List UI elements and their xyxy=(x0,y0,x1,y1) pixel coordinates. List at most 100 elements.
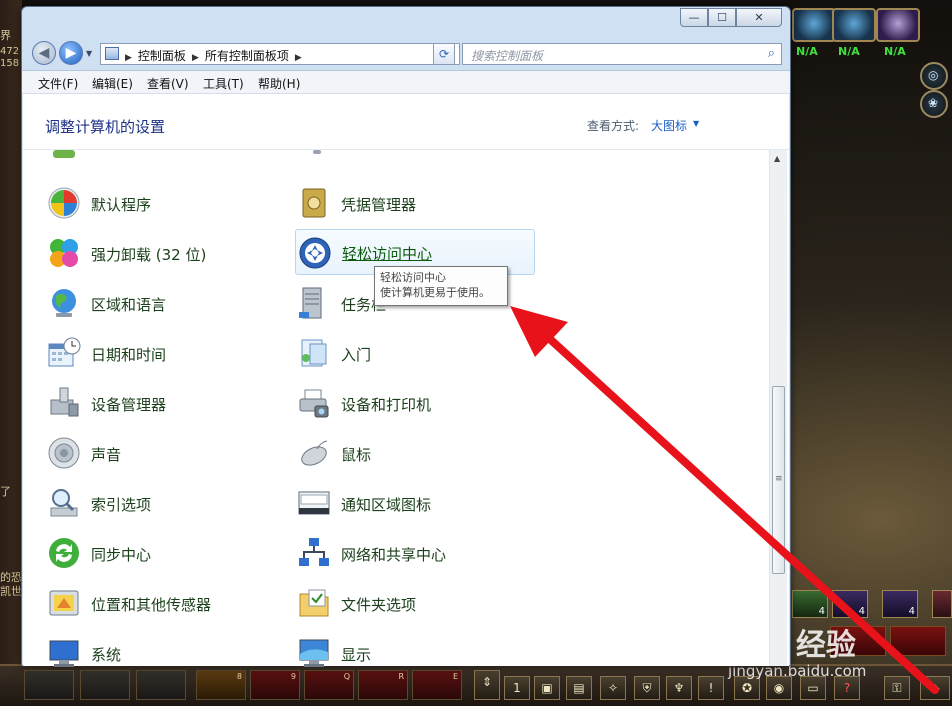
gold-icon[interactable]: ◈ xyxy=(920,676,950,700)
game-text-fragment: 凯世 xyxy=(0,585,22,598)
cp-item-device-manager[interactable]: 设备管理器 xyxy=(47,380,287,426)
search-icon[interactable]: ⌕ xyxy=(768,46,775,61)
cp-item-label: 网络和共享中心 xyxy=(341,546,447,564)
cp-item-sync-center[interactable]: 同步中心 xyxy=(47,530,287,576)
speaker-icon xyxy=(48,437,80,469)
breadcrumb-control-panel[interactable]: 控制面板 xyxy=(138,49,186,63)
cp-item-sound[interactable]: 声音 xyxy=(47,430,287,476)
search-box[interactable]: 搜索控制面板 ⌕ xyxy=(462,43,782,65)
cp-item-label: 默认程序 xyxy=(91,196,152,214)
close-button[interactable]: ✕ xyxy=(736,8,782,27)
cp-item-getting-started[interactable]: 入门 xyxy=(297,330,537,376)
cp-item-network-sharing[interactable]: 网络和共享中心 xyxy=(297,530,537,576)
sync-icon xyxy=(49,538,79,568)
cp-item-indexing[interactable]: 索引选项 xyxy=(47,480,287,526)
cp-item-label: 轻松访问中心 xyxy=(342,245,433,263)
paw-icon[interactable]: ❀ xyxy=(920,90,948,118)
cp-item-notification-icons[interactable]: 通知区域图标 xyxy=(297,480,537,526)
content-area: 调整计算机的设置 查看方式: 大图标 ▼ 默认程序 强力卸载 (32 位) 区域… xyxy=(23,94,789,667)
breadcrumb-all-items[interactable]: 所有控制面板项 xyxy=(205,49,289,63)
view-by-label: 查看方式: xyxy=(587,119,640,133)
unit-portrait-icon[interactable] xyxy=(932,590,952,618)
hero-portrait-icon[interactable] xyxy=(792,8,836,42)
shield-icon[interactable]: ⛨ xyxy=(634,676,660,700)
display-icon xyxy=(299,639,329,667)
trophy-icon[interactable]: ♆ xyxy=(666,676,692,700)
breadcrumb: ▶ 控制面板 ▶ 所有控制面板项 ▶ xyxy=(125,47,308,64)
alert-icon[interactable]: ! xyxy=(698,676,724,700)
menu-help[interactable]: 帮助(H) xyxy=(258,75,300,92)
level-badge[interactable]: 1 xyxy=(504,676,530,700)
menu-tools[interactable]: 工具(T) xyxy=(203,75,244,92)
taskbar-icon xyxy=(299,287,322,319)
ease-of-access-icon xyxy=(299,237,331,269)
breadcrumb-separator-icon[interactable]: ▶ xyxy=(125,53,132,63)
cp-item-folder-options[interactable]: 文件夹选项 xyxy=(297,580,537,626)
game-text-fragment: 了 xyxy=(0,485,11,498)
cp-item-label: 鼠标 xyxy=(341,446,372,464)
game-left-panel xyxy=(0,0,22,704)
cp-item-label: 声音 xyxy=(91,446,122,464)
mouse-icon xyxy=(301,440,328,466)
system-icon xyxy=(49,640,79,667)
cp-item-devices-printers[interactable]: 设备和打印机 xyxy=(297,380,537,426)
uninstall-icon xyxy=(50,239,78,267)
scroll-up-icon[interactable]: ▲ xyxy=(774,154,780,163)
vertical-scrollbar[interactable]: ▲ ≡ xyxy=(769,150,787,666)
hero-portrait-icon[interactable] xyxy=(876,8,920,42)
refresh-button[interactable]: ⟳ xyxy=(433,43,455,65)
view-by-dropdown[interactable]: 大图标 xyxy=(651,117,687,134)
search-input[interactable]: 搜索控制面板 xyxy=(471,47,543,64)
item-icon[interactable]: ▣ xyxy=(534,676,560,700)
game-text-fragment: 158 xyxy=(0,58,20,69)
grip-icon: ≡ xyxy=(775,474,783,484)
minimize-button[interactable]: — xyxy=(680,8,708,27)
hud-status: N/A xyxy=(838,45,860,58)
maximize-button[interactable]: ☐ xyxy=(708,8,736,27)
recent-pages-dropdown-icon[interactable]: ▼ xyxy=(86,49,92,58)
network-icon xyxy=(299,538,329,566)
cp-item-label: 设备管理器 xyxy=(91,396,167,414)
back-button[interactable]: ◀ xyxy=(32,41,56,65)
item-icon[interactable]: ✧ xyxy=(600,676,626,700)
default-programs-icon xyxy=(48,187,80,219)
cp-item-label: 通知区域图标 xyxy=(341,496,432,514)
sensor-icon xyxy=(49,590,79,616)
scrollbar-thumb[interactable]: ≡ xyxy=(772,386,785,574)
forward-button[interactable]: ▶ xyxy=(59,41,83,65)
cp-item-default-programs[interactable]: 默认程序 xyxy=(47,180,287,226)
cp-item-region-language[interactable]: 区域和语言 xyxy=(47,280,287,326)
menu-edit[interactable]: 编辑(E) xyxy=(92,75,133,92)
cp-item-uninstall[interactable]: 强力卸载 (32 位) xyxy=(47,230,287,276)
folder-options-icon xyxy=(299,589,329,617)
key-icon[interactable]: ⚿ xyxy=(884,676,910,700)
cp-item-label: 入门 xyxy=(341,346,372,364)
menu-view[interactable]: 查看(V) xyxy=(147,75,189,92)
unit-portrait-icon[interactable]: 4 xyxy=(882,590,918,618)
cp-item-display[interactable]: 显示 xyxy=(297,630,537,676)
cp-item-label: 文件夹选项 xyxy=(341,596,417,614)
cp-item-label: 系统 xyxy=(91,646,122,664)
unit-portrait-icon[interactable]: 4 xyxy=(792,590,828,618)
unit-portrait-icon[interactable]: 4 xyxy=(832,590,868,618)
command-button[interactable] xyxy=(890,626,946,656)
cp-item-system[interactable]: 系统 xyxy=(47,630,287,676)
game-text-fragment: 的恐 xyxy=(0,571,22,584)
cp-item-mouse[interactable]: 鼠标 xyxy=(297,430,537,476)
navigation-bar: ◀ ▶ ▼ ▶控制面板▶所有控制面板项▶ ▼ ⟳ 搜索控制面板 ⌕ xyxy=(22,37,790,69)
menu-file[interactable]: 文件(F) xyxy=(38,75,78,92)
chevron-down-icon[interactable]: ▼ xyxy=(693,119,699,128)
cp-item-date-time[interactable]: 日期和时间 xyxy=(47,330,287,376)
address-bar[interactable]: ▶控制面板▶所有控制面板项▶ ▼ xyxy=(100,43,460,65)
tooltip-title: 轻松访问中心 xyxy=(380,271,446,284)
breadcrumb-separator-icon[interactable]: ▶ xyxy=(192,53,199,63)
breadcrumb-separator-icon[interactable]: ▶ xyxy=(295,53,302,63)
control-panel-window: — ☐ ✕ ◀ ▶ ▼ ▶控制面板▶所有控制面板项▶ ▼ ⟳ 搜索控制面板 ⌕ … xyxy=(21,6,791,667)
title-bar[interactable]: — ☐ ✕ xyxy=(22,7,790,37)
cp-item-credential-manager[interactable]: 凭据管理器 xyxy=(297,180,537,226)
cp-item-location-sensors[interactable]: 位置和其他传感器 xyxy=(47,580,287,626)
minimap-button-icon[interactable]: ◎ xyxy=(920,62,948,90)
page-title: 调整计算机的设置 xyxy=(45,118,166,136)
item-icon[interactable]: ▤ xyxy=(566,676,592,700)
hero-portrait-icon[interactable] xyxy=(832,8,876,42)
